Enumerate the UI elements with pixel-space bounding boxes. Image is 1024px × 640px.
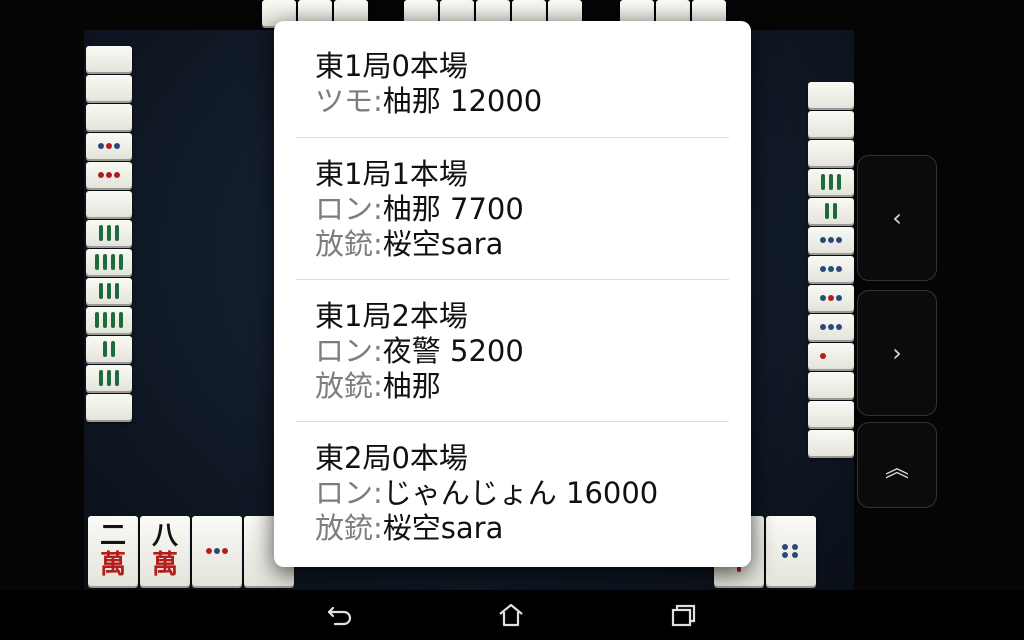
deal-in-line: 放銃:桜空sara: [315, 227, 729, 262]
tile: [808, 227, 854, 253]
chevron-left-icon: ‹: [892, 204, 902, 232]
home-icon: [499, 603, 523, 627]
back-button[interactable]: [320, 598, 360, 632]
back-arrow-icon: [327, 606, 352, 626]
round-results-dialog: 東1局0本場 ツモ:柚那 12000 東1局1本場 ロン:柚那 7700 放銃:…: [274, 21, 751, 567]
tile: [86, 249, 132, 275]
recents-button[interactable]: [663, 598, 703, 632]
tile: [808, 430, 854, 456]
win-type-label: ロン:: [315, 334, 383, 368]
tile-suit-text: 萬: [99, 550, 126, 580]
tile: [86, 75, 132, 101]
deal-in-player: 桜空sara: [382, 511, 504, 545]
win-line: ロン:夜警 5200: [315, 334, 729, 369]
hand-tile[interactable]: 二 萬: [88, 516, 138, 586]
round-result-item[interactable]: 東1局2本場 ロン:夜警 5200 放銃:柚那: [296, 299, 729, 404]
next-button[interactable]: ›: [857, 290, 937, 416]
double-chevron-up-icon: ︽: [885, 453, 909, 482]
tile: [86, 365, 132, 391]
winner-score: 夜警 5200: [382, 334, 524, 368]
deal-in-line: 放銃:桜空sara: [315, 511, 729, 546]
divider: [296, 137, 729, 138]
tile-suit-text: 萬: [151, 550, 178, 580]
win-type-label: ロン:: [315, 476, 383, 510]
round-title: 東1局1本場: [315, 157, 468, 191]
recents-icon: [671, 604, 696, 627]
tile: [808, 256, 854, 282]
tile: [808, 285, 854, 311]
scroll-up-button[interactable]: ︽: [857, 422, 937, 508]
tile: [86, 278, 132, 304]
round-result-item[interactable]: 東2局0本場 ロン:じゃんじょん 16000 放銃:桜空sara: [296, 441, 729, 546]
hand-tile[interactable]: [192, 516, 242, 586]
divider: [296, 279, 729, 280]
round-title: 東1局0本場: [315, 49, 468, 83]
system-navigation-bar: [0, 590, 1024, 640]
deal-in-label: 放銃:: [315, 227, 383, 261]
deal-in-player: 柚那: [382, 369, 441, 403]
tile: [808, 372, 854, 398]
tile: [808, 169, 854, 195]
chevron-right-icon: ›: [892, 339, 902, 367]
tile: [808, 314, 854, 340]
tile: [86, 104, 132, 130]
win-type-label: ツモ:: [315, 84, 383, 118]
win-line: ロン:柚那 7700: [315, 192, 729, 227]
round-result-item[interactable]: 東1局0本場 ツモ:柚那 12000: [296, 49, 729, 119]
tile: [86, 307, 132, 333]
tile: [808, 343, 854, 369]
divider: [296, 421, 729, 422]
tile-rank-text: 二: [99, 521, 126, 552]
winner-score: 柚那 12000: [382, 84, 543, 118]
tile: [86, 220, 132, 246]
tile: [86, 133, 132, 159]
win-line: ロン:じゃんじょん 16000: [315, 476, 729, 511]
win-type-label: ロン:: [315, 192, 383, 226]
tile: [808, 82, 854, 108]
home-button[interactable]: [491, 598, 531, 632]
tile: [808, 401, 854, 427]
deal-in-player: 桜空sara: [382, 227, 504, 261]
hand-tile[interactable]: [766, 516, 816, 586]
tile: [808, 198, 854, 224]
winner-score: 柚那 7700: [382, 192, 524, 226]
tile: [86, 162, 132, 188]
tile: [86, 336, 132, 362]
win-line: ツモ:柚那 12000: [315, 84, 729, 119]
deal-in-label: 放銃:: [315, 369, 383, 403]
tile: [808, 111, 854, 137]
tile: [808, 140, 854, 166]
hand-tile[interactable]: 八 萬: [140, 516, 190, 586]
tile: [86, 394, 132, 420]
winner-score: じゃんじょん 16000: [382, 476, 659, 510]
deal-in-label: 放銃:: [315, 511, 383, 545]
tile-rank-text: 八: [151, 521, 178, 552]
prev-button[interactable]: ‹: [857, 155, 937, 281]
round-title: 東2局0本場: [315, 441, 468, 475]
tile: [86, 191, 132, 217]
tile: [86, 46, 132, 72]
round-title: 東1局2本場: [315, 299, 468, 333]
deal-in-line: 放銃:柚那: [315, 369, 729, 404]
round-result-item[interactable]: 東1局1本場 ロン:柚那 7700 放銃:桜空sara: [296, 157, 729, 262]
